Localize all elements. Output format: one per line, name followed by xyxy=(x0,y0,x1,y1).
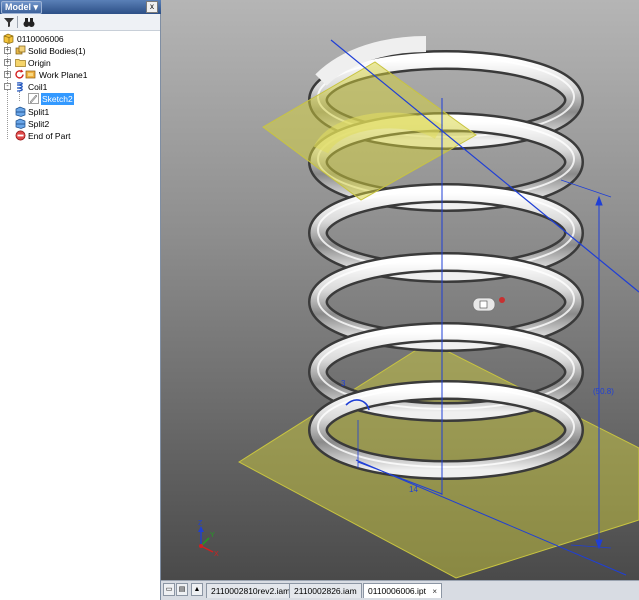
browser-close-button[interactable]: x xyxy=(146,1,158,13)
document-tab-bar: ▭ ▤ ▲ 2110002810rev2.iam 2110002826.iam … xyxy=(161,580,639,600)
refresh-icon xyxy=(14,69,25,80)
expand-toggle[interactable]: + xyxy=(4,47,11,54)
triad-z-label: Z xyxy=(198,520,203,527)
tree-item-split2[interactable]: Split2 xyxy=(0,118,160,130)
split-icon xyxy=(15,118,26,129)
tree-item-label: Coil1 xyxy=(28,82,48,92)
browser-mode-dropdown[interactable]: Model ▾ xyxy=(1,1,43,14)
toolbar-separator xyxy=(17,16,18,28)
binoculars-icon[interactable] xyxy=(22,15,36,29)
tree-item-label: Sketch2 xyxy=(41,93,74,105)
solid-bodies-icon xyxy=(15,45,26,56)
expand-toggle[interactable]: + xyxy=(4,71,11,78)
chevron-down-icon: ▾ xyxy=(33,2,39,12)
model-canvas[interactable]: (50.8) 14 3 Z Y X xyxy=(161,0,639,580)
tree-item-work-plane1[interactable]: + Work Plane1 xyxy=(0,69,160,81)
width-dimension-label[interactable]: 14 xyxy=(409,485,418,494)
tree-item-label: Solid Bodies(1) xyxy=(28,46,86,56)
tile-windows-icon[interactable]: ▭ xyxy=(163,583,175,596)
coil-icon xyxy=(15,81,26,92)
height-dimension-label[interactable]: (50.8) xyxy=(593,387,614,396)
scroll-tabs-up-icon[interactable]: ▲ xyxy=(191,583,203,596)
tab-2110002826-iam[interactable]: 2110002826.iam xyxy=(289,583,362,598)
graphics-viewport[interactable]: (50.8) 14 3 Z Y X xyxy=(161,0,639,580)
split-icon xyxy=(15,106,26,117)
tree-item-origin[interactable]: + Origin xyxy=(0,57,160,69)
tree-item-end-of-part[interactable]: End of Part xyxy=(0,130,160,142)
browser-title-bar: Model ▾ x xyxy=(0,0,161,14)
coordinate-triad: Z Y X xyxy=(198,520,219,558)
work-plane-icon xyxy=(25,69,36,80)
tree-item-sketch2[interactable]: Sketch2 xyxy=(0,93,160,105)
tree-item-coil1[interactable]: - Coil1 xyxy=(0,81,160,93)
tab-label: 2110002826.iam xyxy=(294,586,357,596)
sketch-glyph[interactable] xyxy=(472,297,505,312)
tree-item-label: Origin xyxy=(28,58,51,68)
close-icon[interactable]: × xyxy=(432,587,437,596)
tree-item-label: 0110006006 xyxy=(17,34,64,44)
tree-item-split1[interactable]: Split1 xyxy=(0,106,160,118)
browser-title: Model xyxy=(5,2,31,12)
expand-toggle[interactable]: + xyxy=(4,59,11,66)
tab-2110002810rev2-iam[interactable]: 2110002810rev2.iam xyxy=(206,583,296,598)
model-browser: Model ▾ x 0110006006 + Solid Bodies(1) +… xyxy=(0,0,161,600)
tab-label: 2110002810rev2.iam xyxy=(211,586,291,596)
triad-x-label: X xyxy=(214,551,219,558)
tree-item-label: Split1 xyxy=(28,107,50,117)
tree-item-solid-bodies[interactable]: + Solid Bodies(1) xyxy=(0,45,160,57)
cascade-windows-icon[interactable]: ▤ xyxy=(176,583,188,596)
sketch-icon xyxy=(28,93,39,104)
filter-icon[interactable] xyxy=(2,15,16,29)
tree-item-label: Split2 xyxy=(28,119,50,129)
top-work-plane[interactable] xyxy=(262,61,477,201)
triad-y-label: Y xyxy=(210,532,215,539)
tab-label: 0110006006.ipt xyxy=(368,586,426,596)
tree-item-label: Work Plane1 xyxy=(39,70,88,80)
angle-dimension-label[interactable]: 3 xyxy=(341,379,346,388)
collapse-toggle[interactable]: - xyxy=(4,83,11,90)
tree-item-label: End of Part xyxy=(28,131,71,141)
browser-toolbar xyxy=(0,14,160,31)
tree-item-root-part[interactable]: 0110006006 xyxy=(0,33,160,45)
tab-0110006006-ipt[interactable]: 0110006006.ipt × xyxy=(363,583,443,598)
end-of-part-icon xyxy=(15,130,26,141)
folder-icon xyxy=(15,57,26,68)
part-icon xyxy=(3,33,14,44)
